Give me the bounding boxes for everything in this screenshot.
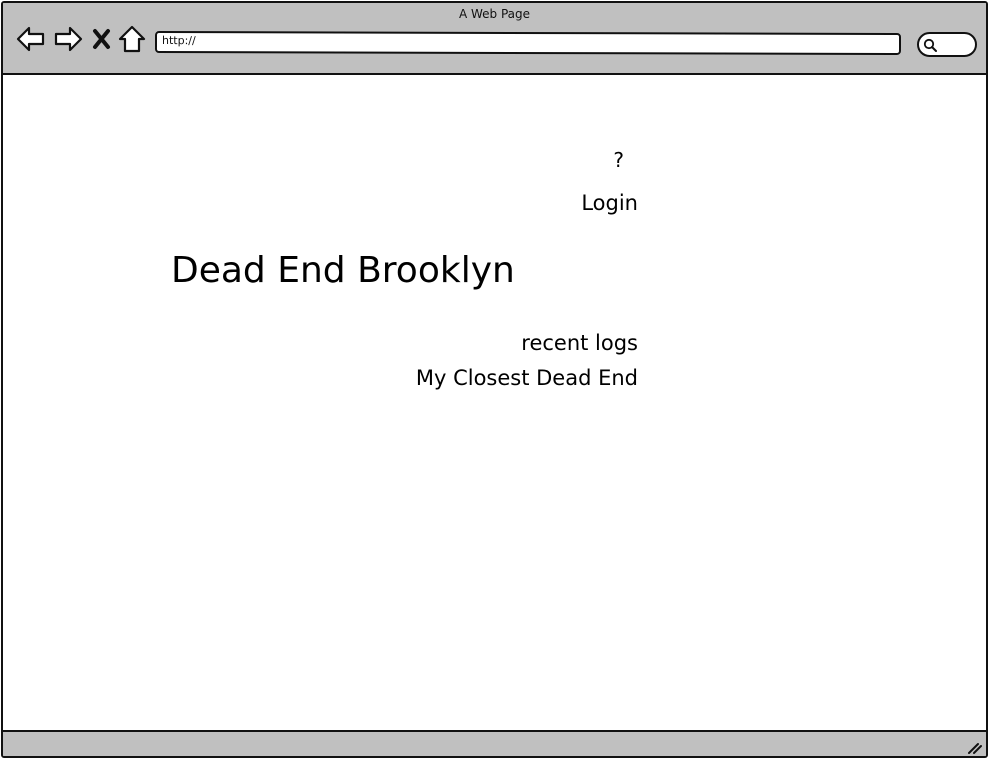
window-title: A Web Page	[458, 7, 531, 21]
login-link[interactable]: Login	[581, 190, 638, 216]
browser-statusbar	[3, 730, 986, 756]
resize-grip-icon[interactable]	[966, 739, 982, 754]
browser-window: A Web Page http:// ? Login Dead End Broo…	[1, 1, 988, 758]
close-x-icon[interactable]	[91, 25, 113, 53]
address-bar-value: http://	[161, 34, 196, 48]
page-content: ? Login Dead End Brooklyn recent logs My…	[3, 75, 986, 731]
recent-logs-link[interactable]: recent logs	[521, 330, 638, 356]
back-arrow-icon[interactable]	[16, 25, 46, 53]
page-title: Dead End Brooklyn	[171, 250, 515, 291]
browser-titlebar: A Web Page http://	[3, 3, 986, 75]
help-link[interactable]: ?	[613, 148, 624, 172]
search-icon	[923, 37, 937, 52]
home-icon[interactable]	[118, 25, 146, 53]
forward-arrow-icon[interactable]	[53, 25, 83, 53]
address-bar[interactable]: http://	[154, 31, 902, 55]
browser-search-box[interactable]	[917, 32, 977, 57]
my-closest-dead-end-link[interactable]: My Closest Dead End	[416, 365, 638, 391]
